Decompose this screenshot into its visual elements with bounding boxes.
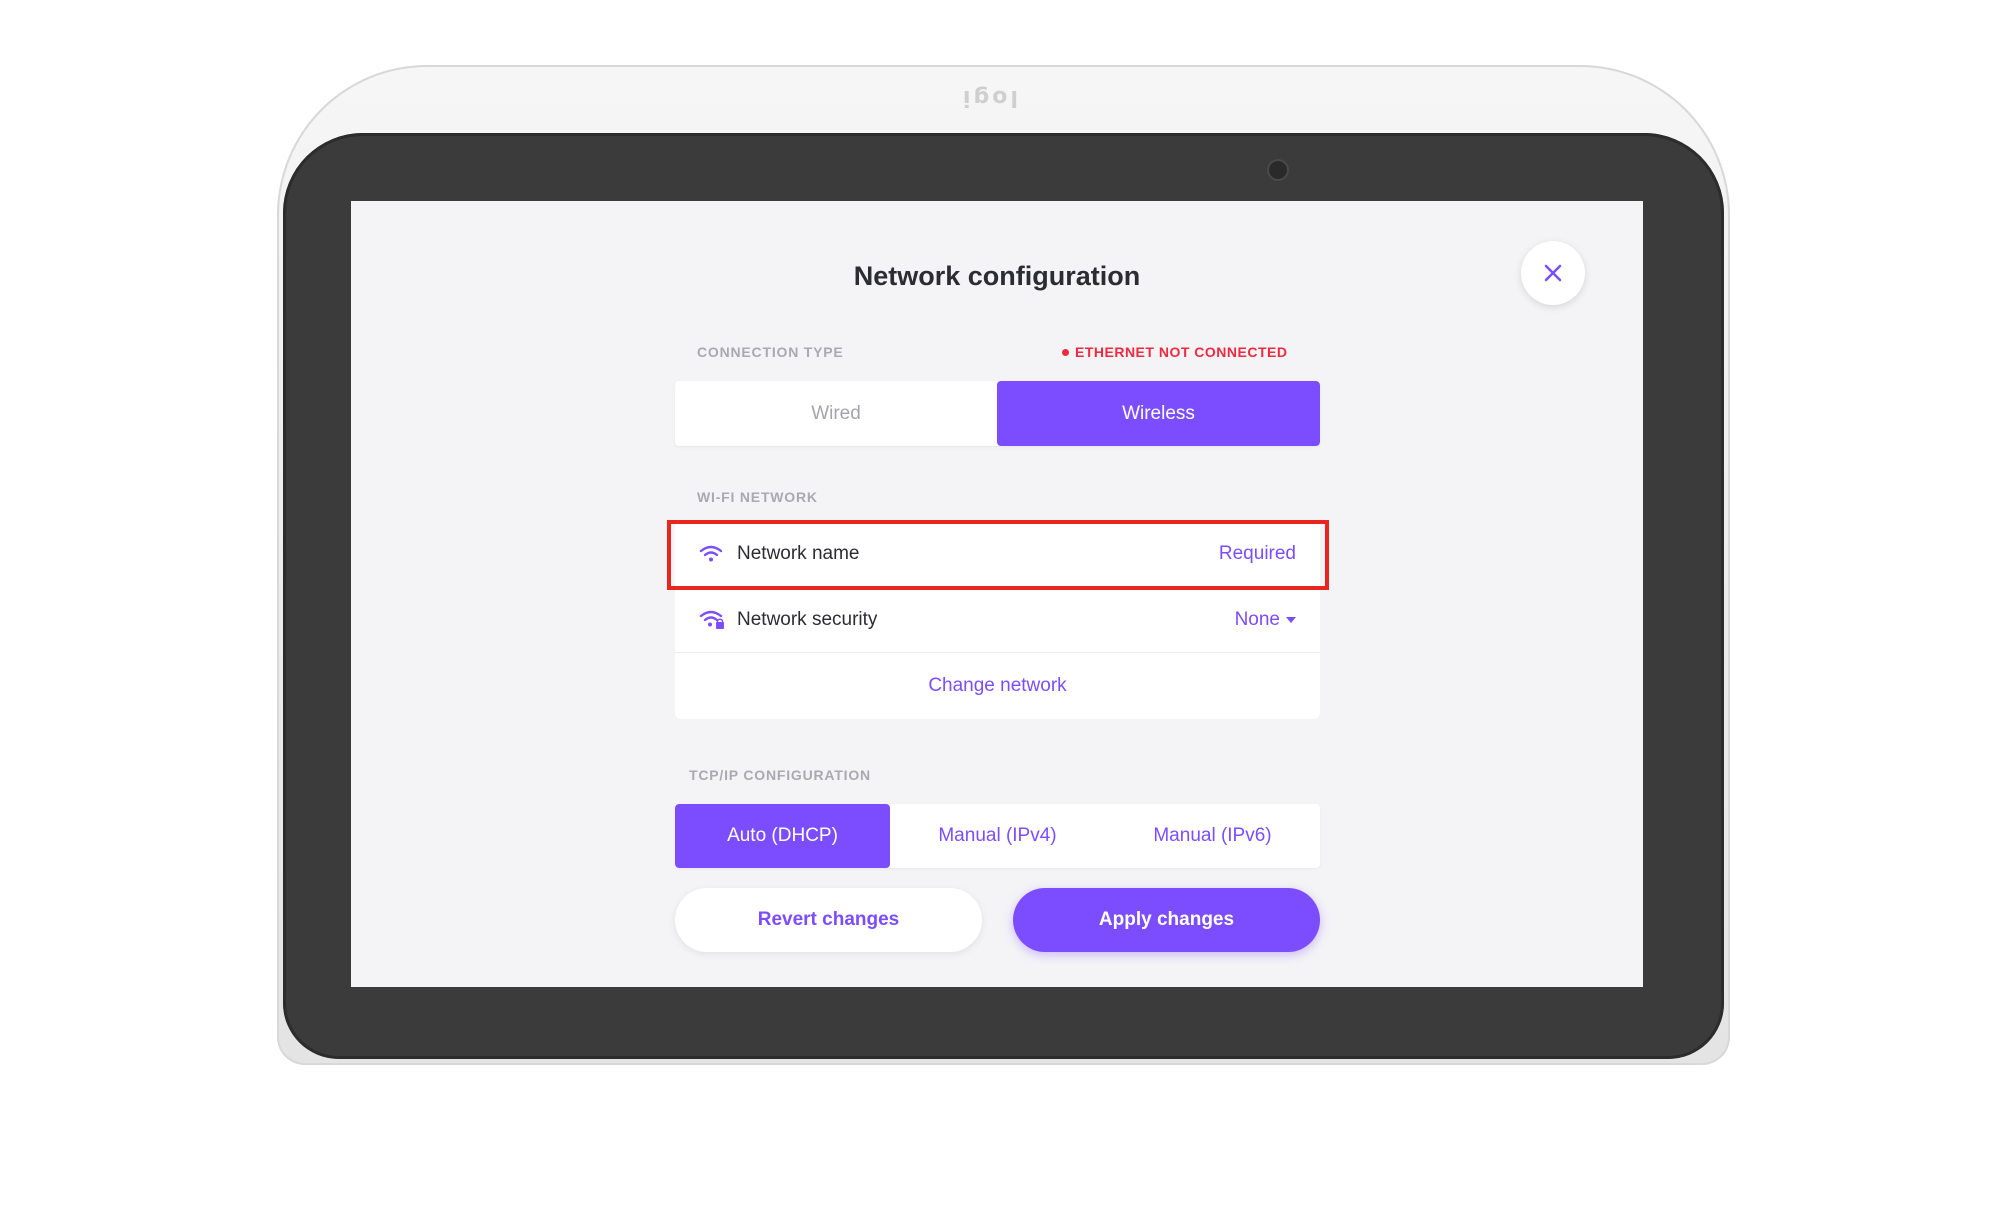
page-title: Network configuration (853, 261, 1141, 291)
status-dot-icon (1062, 348, 1069, 356)
tcpip-configuration-label: TCP/IP CONFIGURATION (689, 767, 871, 783)
ethernet-status: ETHERNET NOT CONNECTED (1062, 344, 1287, 360)
connection-type-toggle: Wired Wireless (675, 381, 1320, 446)
network-name-row[interactable]: Network name Required (675, 521, 1320, 587)
network-name-value: Required (1218, 542, 1296, 564)
network-security-row[interactable]: Network security None (675, 587, 1320, 653)
network-security-value: None (1234, 608, 1280, 630)
revert-changes-button[interactable]: Revert changes (675, 888, 982, 952)
close-button[interactable] (1521, 241, 1585, 305)
tcpip-mode-toggle: Auto (DHCP) Manual (IPv4) Manual (IPv6) (675, 804, 1320, 868)
wireless-option[interactable]: Wireless (997, 381, 1320, 446)
auto-dhcp-option[interactable]: Auto (DHCP) (675, 804, 890, 868)
screen: Network configuration CONNECTION TYPE ET… (351, 201, 1643, 987)
change-network-link[interactable]: Change network (928, 675, 1066, 697)
ethernet-status-text: ETHERNET NOT CONNECTED (1075, 344, 1288, 360)
network-security-dropdown[interactable]: None (1235, 609, 1296, 631)
wifi-settings-card: Network name Required Network security N… (675, 521, 1320, 719)
network-name-label: Network name (737, 542, 860, 564)
manual-ipv6-option[interactable]: Manual (IPv6) (1105, 804, 1320, 868)
caret-down-icon (1286, 616, 1296, 623)
connection-type-label: CONNECTION TYPE (697, 344, 844, 360)
wifi-network-label: WI-FI NETWORK (697, 489, 818, 505)
manual-ipv4-option[interactable]: Manual (IPv4) (890, 804, 1105, 868)
device-logo: logi (960, 85, 1018, 110)
wifi-lock-icon (699, 609, 725, 631)
apply-changes-button[interactable]: Apply changes (1013, 888, 1320, 952)
camera-icon (1269, 161, 1287, 179)
change-network-row: Change network (675, 653, 1320, 719)
wifi-icon (699, 543, 725, 565)
network-security-label: Network security (737, 608, 878, 630)
wired-option[interactable]: Wired (675, 381, 997, 446)
close-icon (1544, 264, 1562, 282)
